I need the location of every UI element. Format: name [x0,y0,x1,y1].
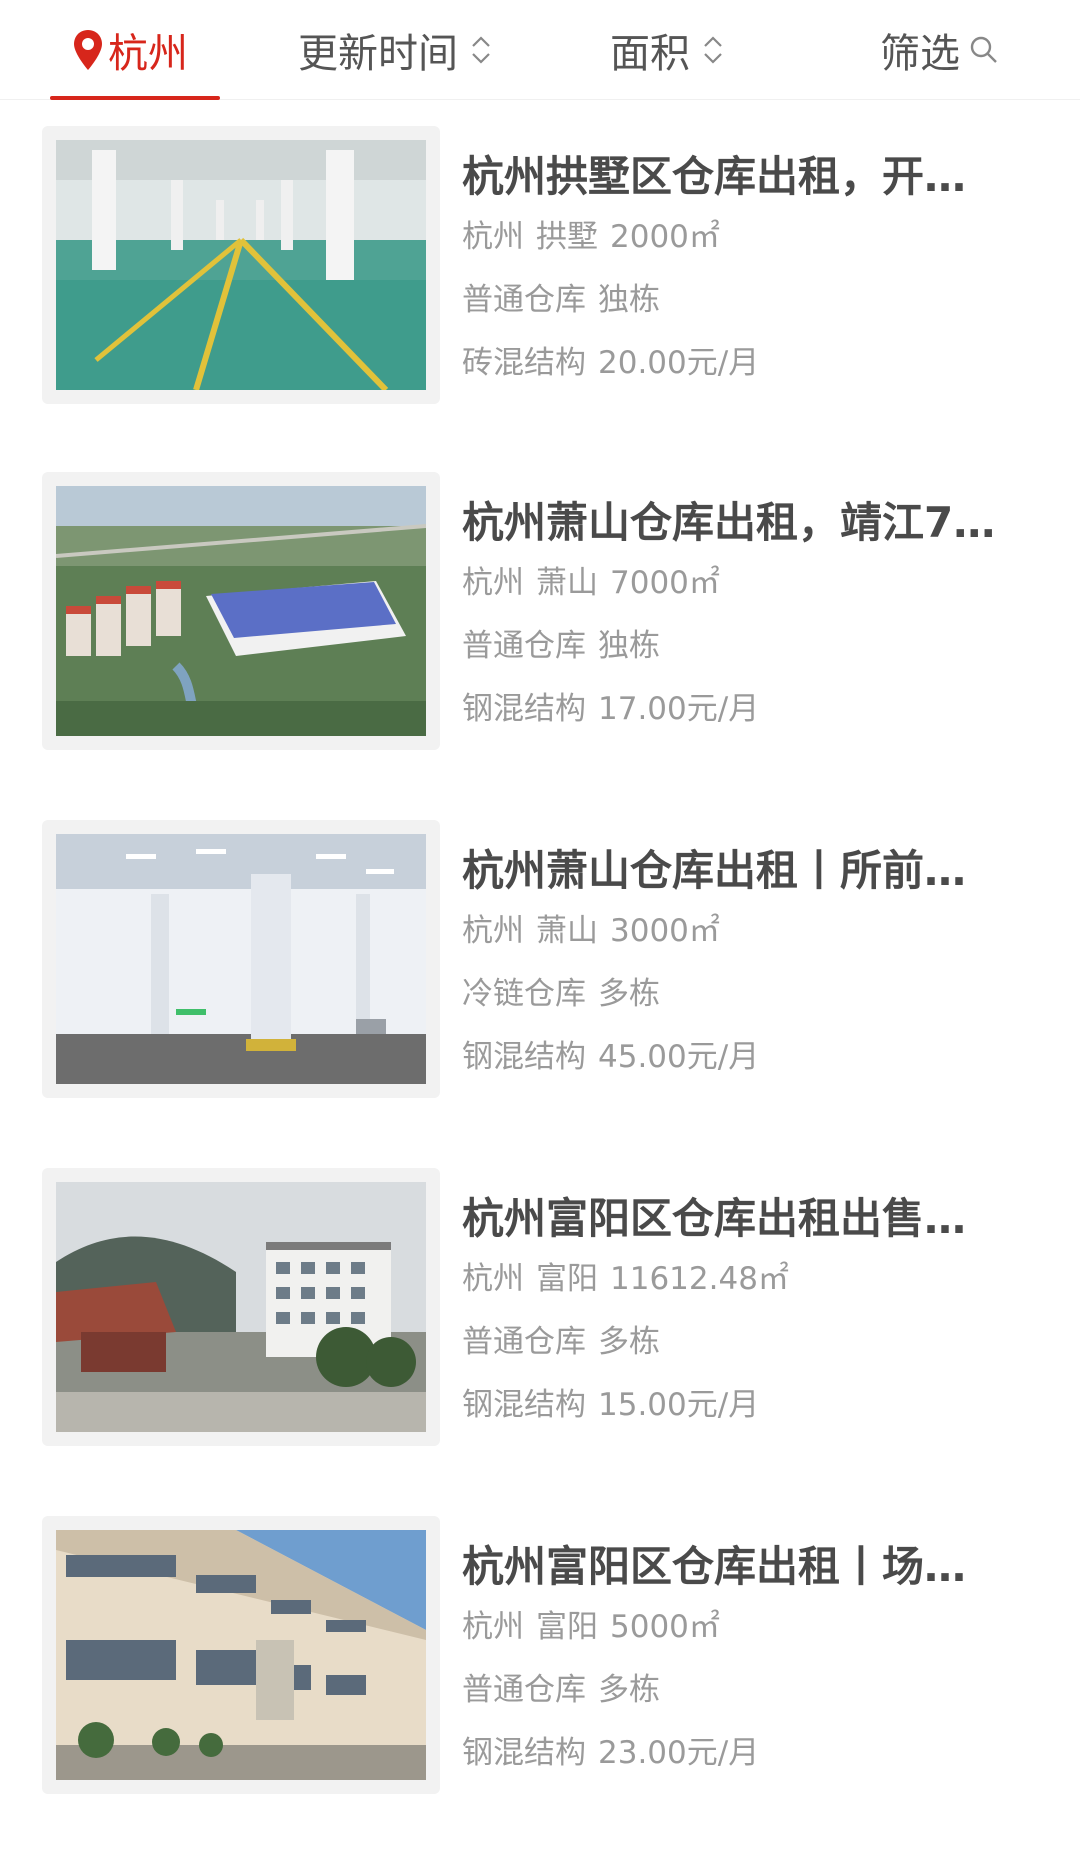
search-icon [970,36,997,63]
filter-label: 筛选 [880,31,960,77]
listing-title: 杭州富阳区仓库出租丨场… [462,1542,967,1591]
listing-type: 普通仓库 多栋 [462,1324,660,1360]
listing-location: 杭州 拱墅 2000㎡ [462,219,720,255]
area-label: 面积 [610,31,690,77]
listing-info: 杭州富阳区仓库出租丨场… 杭州 富阳 5000㎡ 普通仓库 多栋 钢混结构 23.00元… [462,1538,1042,1785]
listing-location: 杭州 富阳 5000㎡ [462,1609,720,1645]
update-time-label: 更新时间 [298,31,458,77]
sort-update-time[interactable]: 更新时间 [298,0,494,100]
listing-info: 杭州拱墅区仓库出租，开… 杭州 拱墅 2000㎡ 普通仓库 独栋 砖混结构 20.00元… [462,148,1042,395]
listing-image [42,126,440,404]
cold-storage-image [56,834,426,1084]
warehouse-aerial-image [56,486,426,736]
listing-image [42,820,440,1098]
top-filter-bar: 杭州 更新时间 面积 筛选 [0,0,1080,100]
listing-title: 杭州富阳区仓库出租出售… [462,1194,967,1243]
factory-gate-image [56,1182,426,1432]
listing-price: 钢混结构 45.00元/月 [462,1039,760,1075]
listing-location: 杭州 萧山 3000㎡ [462,913,720,949]
location-pin-icon [74,30,102,70]
listing-card[interactable]: 杭州富阳区仓库出租丨场… 杭州 富阳 5000㎡ 普通仓库 多栋 钢混结构 23.00元… [0,1516,1080,1806]
listing-image [42,1168,440,1446]
listing-card[interactable]: 杭州萧山仓库出租，靖江7… 杭州 萧山 7000㎡ 普通仓库 独栋 钢混结构 17.00… [0,472,1080,762]
active-tab-underline [50,96,220,100]
city-selector[interactable]: 杭州 [72,0,188,100]
listing-type: 冷链仓库 多栋 [462,976,660,1012]
listing-info: 杭州萧山仓库出租，靖江7… 杭州 萧山 7000㎡ 普通仓库 独栋 钢混结构 17.00… [462,494,1042,741]
listing-image [42,472,440,750]
listing-card[interactable]: 杭州拱墅区仓库出租，开… 杭州 拱墅 2000㎡ 普通仓库 独栋 砖混结构 20.00元… [0,126,1080,416]
filter-button[interactable]: 筛选 [880,0,1000,100]
listing-price: 钢混结构 23.00元/月 [462,1735,760,1771]
listing-price: 钢混结构 17.00元/月 [462,691,760,727]
listing-location: 杭州 萧山 7000㎡ [462,565,720,601]
listing-type: 普通仓库 多栋 [462,1672,660,1708]
listing-type: 普通仓库 独栋 [462,282,660,318]
warehouse-interior-image [56,140,426,390]
listing-image [42,1516,440,1794]
listing-info: 杭州萧山仓库出租丨所前… 杭州 萧山 3000㎡ 冷链仓库 多栋 钢混结构 45.00元… [462,842,1042,1089]
listing-type: 普通仓库 独栋 [462,628,660,664]
listing-price: 砖混结构 20.00元/月 [462,345,760,381]
listing-price: 钢混结构 15.00元/月 [462,1387,760,1423]
city-label: 杭州 [108,31,188,77]
listing-location: 杭州 富阳 11612.48㎡ [462,1261,789,1297]
listing-card[interactable]: 杭州萧山仓库出租丨所前… 杭州 萧山 3000㎡ 冷链仓库 多栋 钢混结构 45.00元… [0,820,1080,1110]
listing-title: 杭州萧山仓库出租丨所前… [462,846,967,895]
sort-area[interactable]: 面积 [610,0,726,100]
sort-updown-icon [704,36,722,64]
sort-updown-icon [472,36,490,64]
listing-card[interactable]: 杭州富阳区仓库出租出售… 杭州 富阳 11612.48㎡ 普通仓库 多栋 钢混结构 15… [0,1168,1080,1458]
factory-building-image [56,1530,426,1780]
listing-title: 杭州萧山仓库出租，靖江7… [462,498,996,547]
listing-title: 杭州拱墅区仓库出租，开… [462,152,967,201]
listing-info: 杭州富阳区仓库出租出售… 杭州 富阳 11612.48㎡ 普通仓库 多栋 钢混结构 15… [462,1190,1042,1437]
